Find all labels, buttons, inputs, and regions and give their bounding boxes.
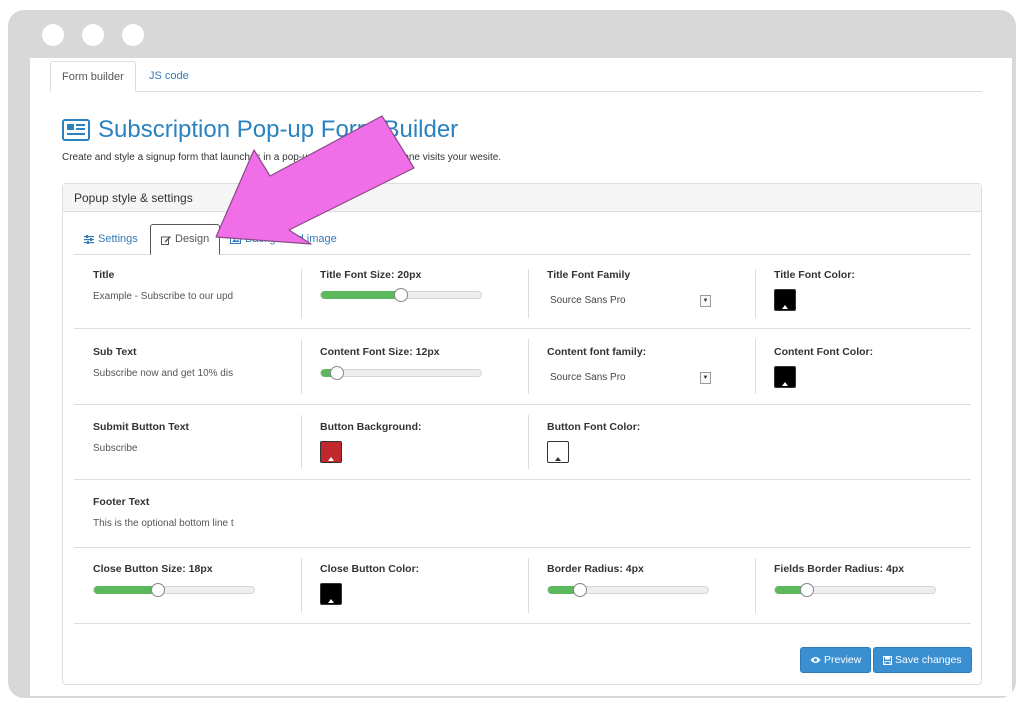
title-label: Title bbox=[93, 269, 115, 281]
button-background-label: Button Background: bbox=[320, 421, 422, 433]
image-icon bbox=[230, 235, 241, 244]
cell-content-font-size: Content Font Size: 12px bbox=[301, 329, 528, 404]
window-dot bbox=[122, 24, 144, 46]
border-radius-label: Border Radius: 4px bbox=[547, 563, 644, 575]
slider-handle[interactable] bbox=[573, 583, 587, 597]
slider-handle[interactable] bbox=[330, 366, 344, 380]
eye-icon bbox=[810, 657, 821, 663]
slider-fill bbox=[321, 291, 401, 299]
cell-title-font-color: Title Font Color: bbox=[755, 259, 982, 328]
slider-fill bbox=[94, 586, 158, 594]
page-title-text: Subscription Pop-up Form Builder bbox=[98, 116, 459, 143]
panel-tabs: Settings Design Background image bbox=[74, 224, 971, 255]
subtext-label: Sub Text bbox=[93, 346, 137, 358]
screen: Form builder JS code Subscription Pop-up… bbox=[30, 58, 1012, 696]
fields-radius-label: Fields Border Radius: 4px bbox=[774, 563, 905, 575]
save-button[interactable]: Save changes bbox=[873, 647, 972, 673]
content-font-color-swatch[interactable] bbox=[774, 366, 796, 388]
border-radius-slider[interactable] bbox=[547, 583, 709, 597]
cell-submit-text: Submit Button Text Subscribe bbox=[74, 405, 301, 479]
chevron-down-icon: ▼ bbox=[700, 295, 711, 307]
tab-settings[interactable]: Settings bbox=[74, 224, 148, 255]
newspaper-icon bbox=[62, 119, 90, 141]
settings-row-close: Close Button Size: 18px Close Button Col… bbox=[74, 548, 971, 624]
content-font-size-label: Content Font Size: 12px bbox=[320, 346, 440, 358]
page-title: Subscription Pop-up Form Builder bbox=[62, 116, 458, 144]
settings-row-footer: Footer Text This is the optional bottom … bbox=[74, 480, 971, 548]
submit-text-label: Submit Button Text bbox=[93, 421, 190, 433]
title-input[interactable]: Example - Subscribe to our upd bbox=[93, 291, 253, 302]
close-color-label: Close Button Color: bbox=[320, 563, 420, 575]
page-subtitle: Create and style a signup form that laun… bbox=[62, 152, 502, 163]
button-font-color-swatch[interactable] bbox=[547, 441, 569, 463]
floppy-icon bbox=[883, 655, 892, 665]
title-font-family-select[interactable]: Source Sans Pro ▼ bbox=[547, 290, 711, 312]
sliders-icon bbox=[84, 235, 94, 244]
title-font-color-swatch[interactable] bbox=[774, 289, 796, 311]
cell-close-size: Close Button Size: 18px bbox=[74, 548, 301, 623]
subtext-input[interactable]: Subscribe now and get 10% dis bbox=[93, 368, 253, 379]
preview-label: Preview bbox=[824, 654, 862, 666]
footer-text-label: Footer Text bbox=[93, 496, 150, 508]
footer-text-input[interactable]: This is the optional bottom line t bbox=[93, 518, 253, 529]
save-label: Save changes bbox=[895, 654, 962, 666]
window-dot bbox=[82, 24, 104, 46]
tab-js-code[interactable]: JS code bbox=[138, 61, 200, 92]
cell-content-font-family: Content font family: Source Sans Pro ▼ bbox=[528, 329, 755, 404]
title-font-family-label: Title Font Family bbox=[547, 269, 631, 281]
cell-subtext: Sub Text Subscribe now and get 10% dis bbox=[74, 329, 301, 404]
tab-settings-label: Settings bbox=[98, 233, 138, 245]
settings-panel: Popup style & settings Settings Design B… bbox=[62, 183, 982, 685]
preview-button[interactable]: Preview bbox=[800, 647, 872, 673]
cell-footer-text: Footer Text This is the optional bottom … bbox=[74, 480, 301, 547]
close-color-swatch[interactable] bbox=[320, 583, 342, 605]
tab-form-builder[interactable]: Form builder bbox=[50, 61, 136, 92]
tab-design-label: Design bbox=[175, 233, 210, 245]
cell-title-font-family: Title Font Family Source Sans Pro ▼ bbox=[528, 259, 755, 328]
window-dot bbox=[42, 24, 64, 46]
cell-button-font-color: Button Font Color: bbox=[528, 405, 755, 479]
select-value: Source Sans Pro bbox=[550, 295, 626, 306]
settings-row-subtext: Sub Text Subscribe now and get 10% dis C… bbox=[74, 329, 971, 405]
slider-handle[interactable] bbox=[800, 583, 814, 597]
title-font-size-slider[interactable] bbox=[320, 288, 482, 302]
settings-row-button: Submit Button Text Subscribe Button Back… bbox=[74, 405, 971, 480]
title-font-size-label: Title Font Size: 20px bbox=[320, 269, 422, 281]
cell-fields-radius: Fields Border Radius: 4px bbox=[755, 548, 982, 623]
cell-border-radius: Border Radius: 4px bbox=[528, 548, 755, 623]
content-font-size-slider[interactable] bbox=[320, 366, 482, 380]
select-value: Source Sans Pro bbox=[550, 372, 626, 383]
fields-radius-slider[interactable] bbox=[774, 583, 936, 597]
slider-handle[interactable] bbox=[394, 288, 408, 302]
content-font-family-label: Content font family: bbox=[547, 346, 647, 358]
chevron-down-icon: ▼ bbox=[700, 372, 711, 384]
button-background-swatch[interactable] bbox=[320, 441, 342, 463]
content-font-family-select[interactable]: Source Sans Pro ▼ bbox=[547, 367, 711, 389]
slider-handle[interactable] bbox=[151, 583, 165, 597]
submit-text-input[interactable]: Subscribe bbox=[93, 443, 253, 454]
cell-close-color: Close Button Color: bbox=[301, 548, 528, 623]
cell-title: Title Example - Subscribe to our upd bbox=[74, 259, 301, 328]
cell-content-font-color: Content Font Color: bbox=[755, 329, 982, 404]
tab-design[interactable]: Design bbox=[150, 224, 221, 255]
tab-background-image[interactable]: Background image bbox=[220, 224, 347, 255]
cell-button-background: Button Background: bbox=[301, 405, 528, 479]
settings-row-title: Title Example - Subscribe to our upd Tit… bbox=[74, 259, 971, 329]
panel-heading: Popup style & settings bbox=[63, 184, 981, 212]
tab-background-label: Background image bbox=[245, 233, 337, 245]
window-frame: Form builder JS code Subscription Pop-up… bbox=[8, 10, 1016, 698]
close-size-label: Close Button Size: 18px bbox=[93, 563, 213, 575]
cell-title-font-size: Title Font Size: 20px bbox=[301, 259, 528, 328]
close-size-slider[interactable] bbox=[93, 583, 255, 597]
edit-icon bbox=[161, 235, 171, 245]
top-tabs: Form builder JS code bbox=[50, 61, 982, 92]
title-font-color-label: Title Font Color: bbox=[774, 269, 855, 281]
button-font-color-label: Button Font Color: bbox=[547, 421, 641, 433]
content-font-color-label: Content Font Color: bbox=[774, 346, 874, 358]
